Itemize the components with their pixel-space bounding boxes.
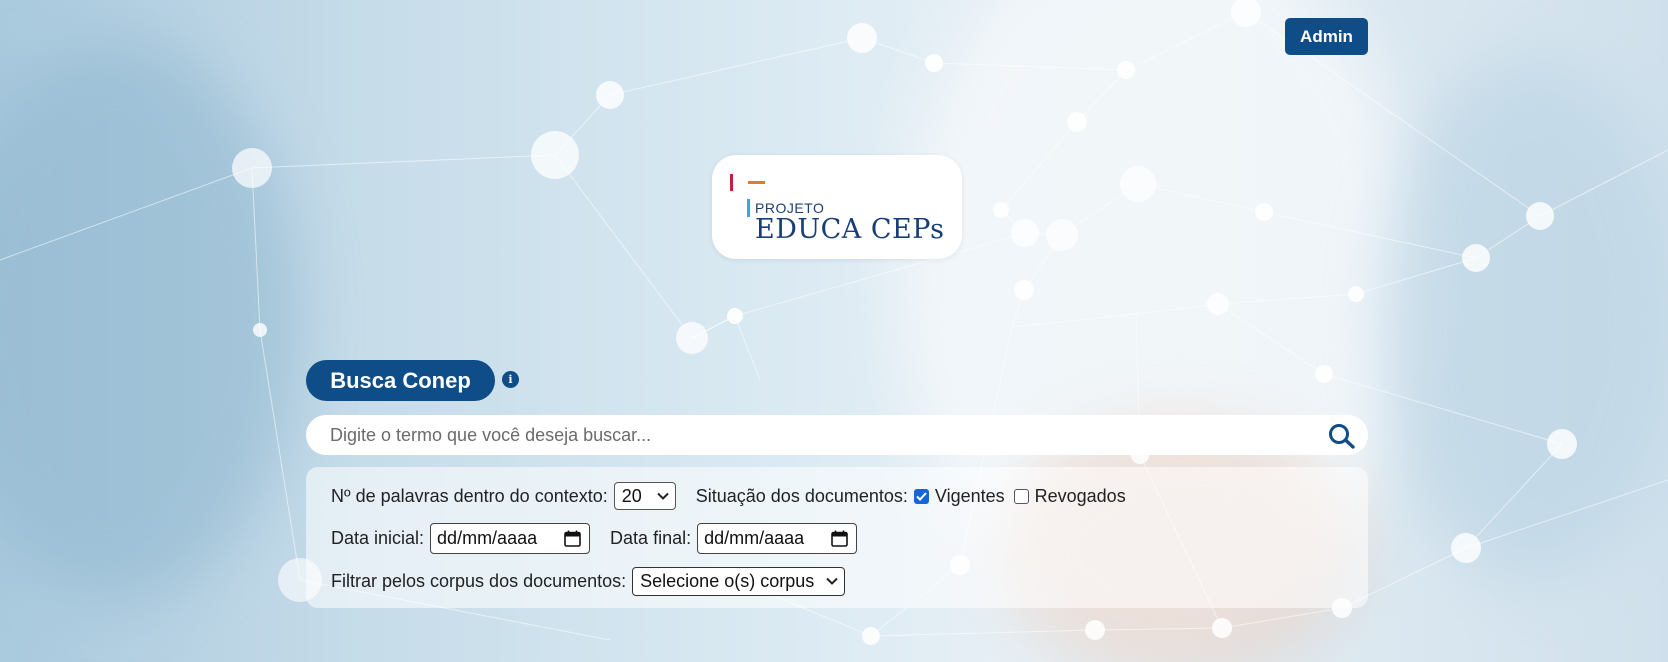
search-title: Busca Conep	[306, 360, 495, 401]
words-select-value: 20	[621, 485, 642, 506]
end-date-input[interactable]: dd/mm/aaaa	[697, 522, 858, 554]
search-bar	[306, 415, 1368, 455]
corpus-select[interactable]: Selecione o(s) corpus	[632, 566, 846, 596]
search-input[interactable]	[330, 415, 1310, 455]
filters-row-dates: Data inicial: dd/mm/aaaa Data final: dd/…	[331, 522, 858, 554]
filters-row-context: Nº de palavras dentro do contexto: 20 Si…	[331, 481, 1126, 511]
search-icon[interactable]	[1328, 423, 1356, 449]
calendar-icon[interactable]	[564, 530, 581, 547]
start-date-input[interactable]: dd/mm/aaaa	[430, 522, 591, 554]
filters-row-corpus: Filtrar pelos corpus dos documentos: Sel…	[331, 566, 846, 596]
logo-name-text: EDUCA CEPs	[755, 214, 945, 245]
words-label: Nº de palavras dentro do contexto:	[331, 485, 608, 506]
logo: PROJETO EDUCA CEPs	[712, 155, 962, 259]
logo-mark-red	[730, 174, 733, 191]
words-select[interactable]: 20	[613, 482, 676, 510]
logo-mark-orange	[748, 181, 765, 184]
logo-mark-blue	[747, 199, 750, 217]
info-icon[interactable]: i	[502, 371, 519, 388]
vigentes-label: Vigentes	[934, 485, 1005, 506]
corpus-label: Filtrar pelos corpus dos documentos:	[331, 570, 627, 591]
vigentes-checkbox[interactable]	[913, 488, 929, 504]
status-label: Situação dos documentos:	[695, 485, 908, 506]
corpus-select-value: Selecione o(s) corpus	[640, 570, 815, 591]
checkmark-icon	[916, 491, 927, 501]
end-date-value: dd/mm/aaaa	[704, 527, 805, 548]
start-date-value: dd/mm/aaaa	[437, 527, 538, 548]
chevron-down-icon	[657, 492, 669, 500]
revogados-checkbox[interactable]	[1013, 488, 1029, 504]
calendar-icon[interactable]	[831, 530, 848, 547]
start-date-label: Data inicial:	[331, 527, 425, 548]
revogados-label: Revogados	[1034, 485, 1126, 506]
filters-panel: Nº de palavras dentro do contexto: 20 Si…	[306, 467, 1368, 608]
end-date-label: Data final:	[610, 527, 692, 548]
chevron-down-icon	[826, 577, 838, 585]
admin-button[interactable]: Admin	[1285, 18, 1368, 55]
